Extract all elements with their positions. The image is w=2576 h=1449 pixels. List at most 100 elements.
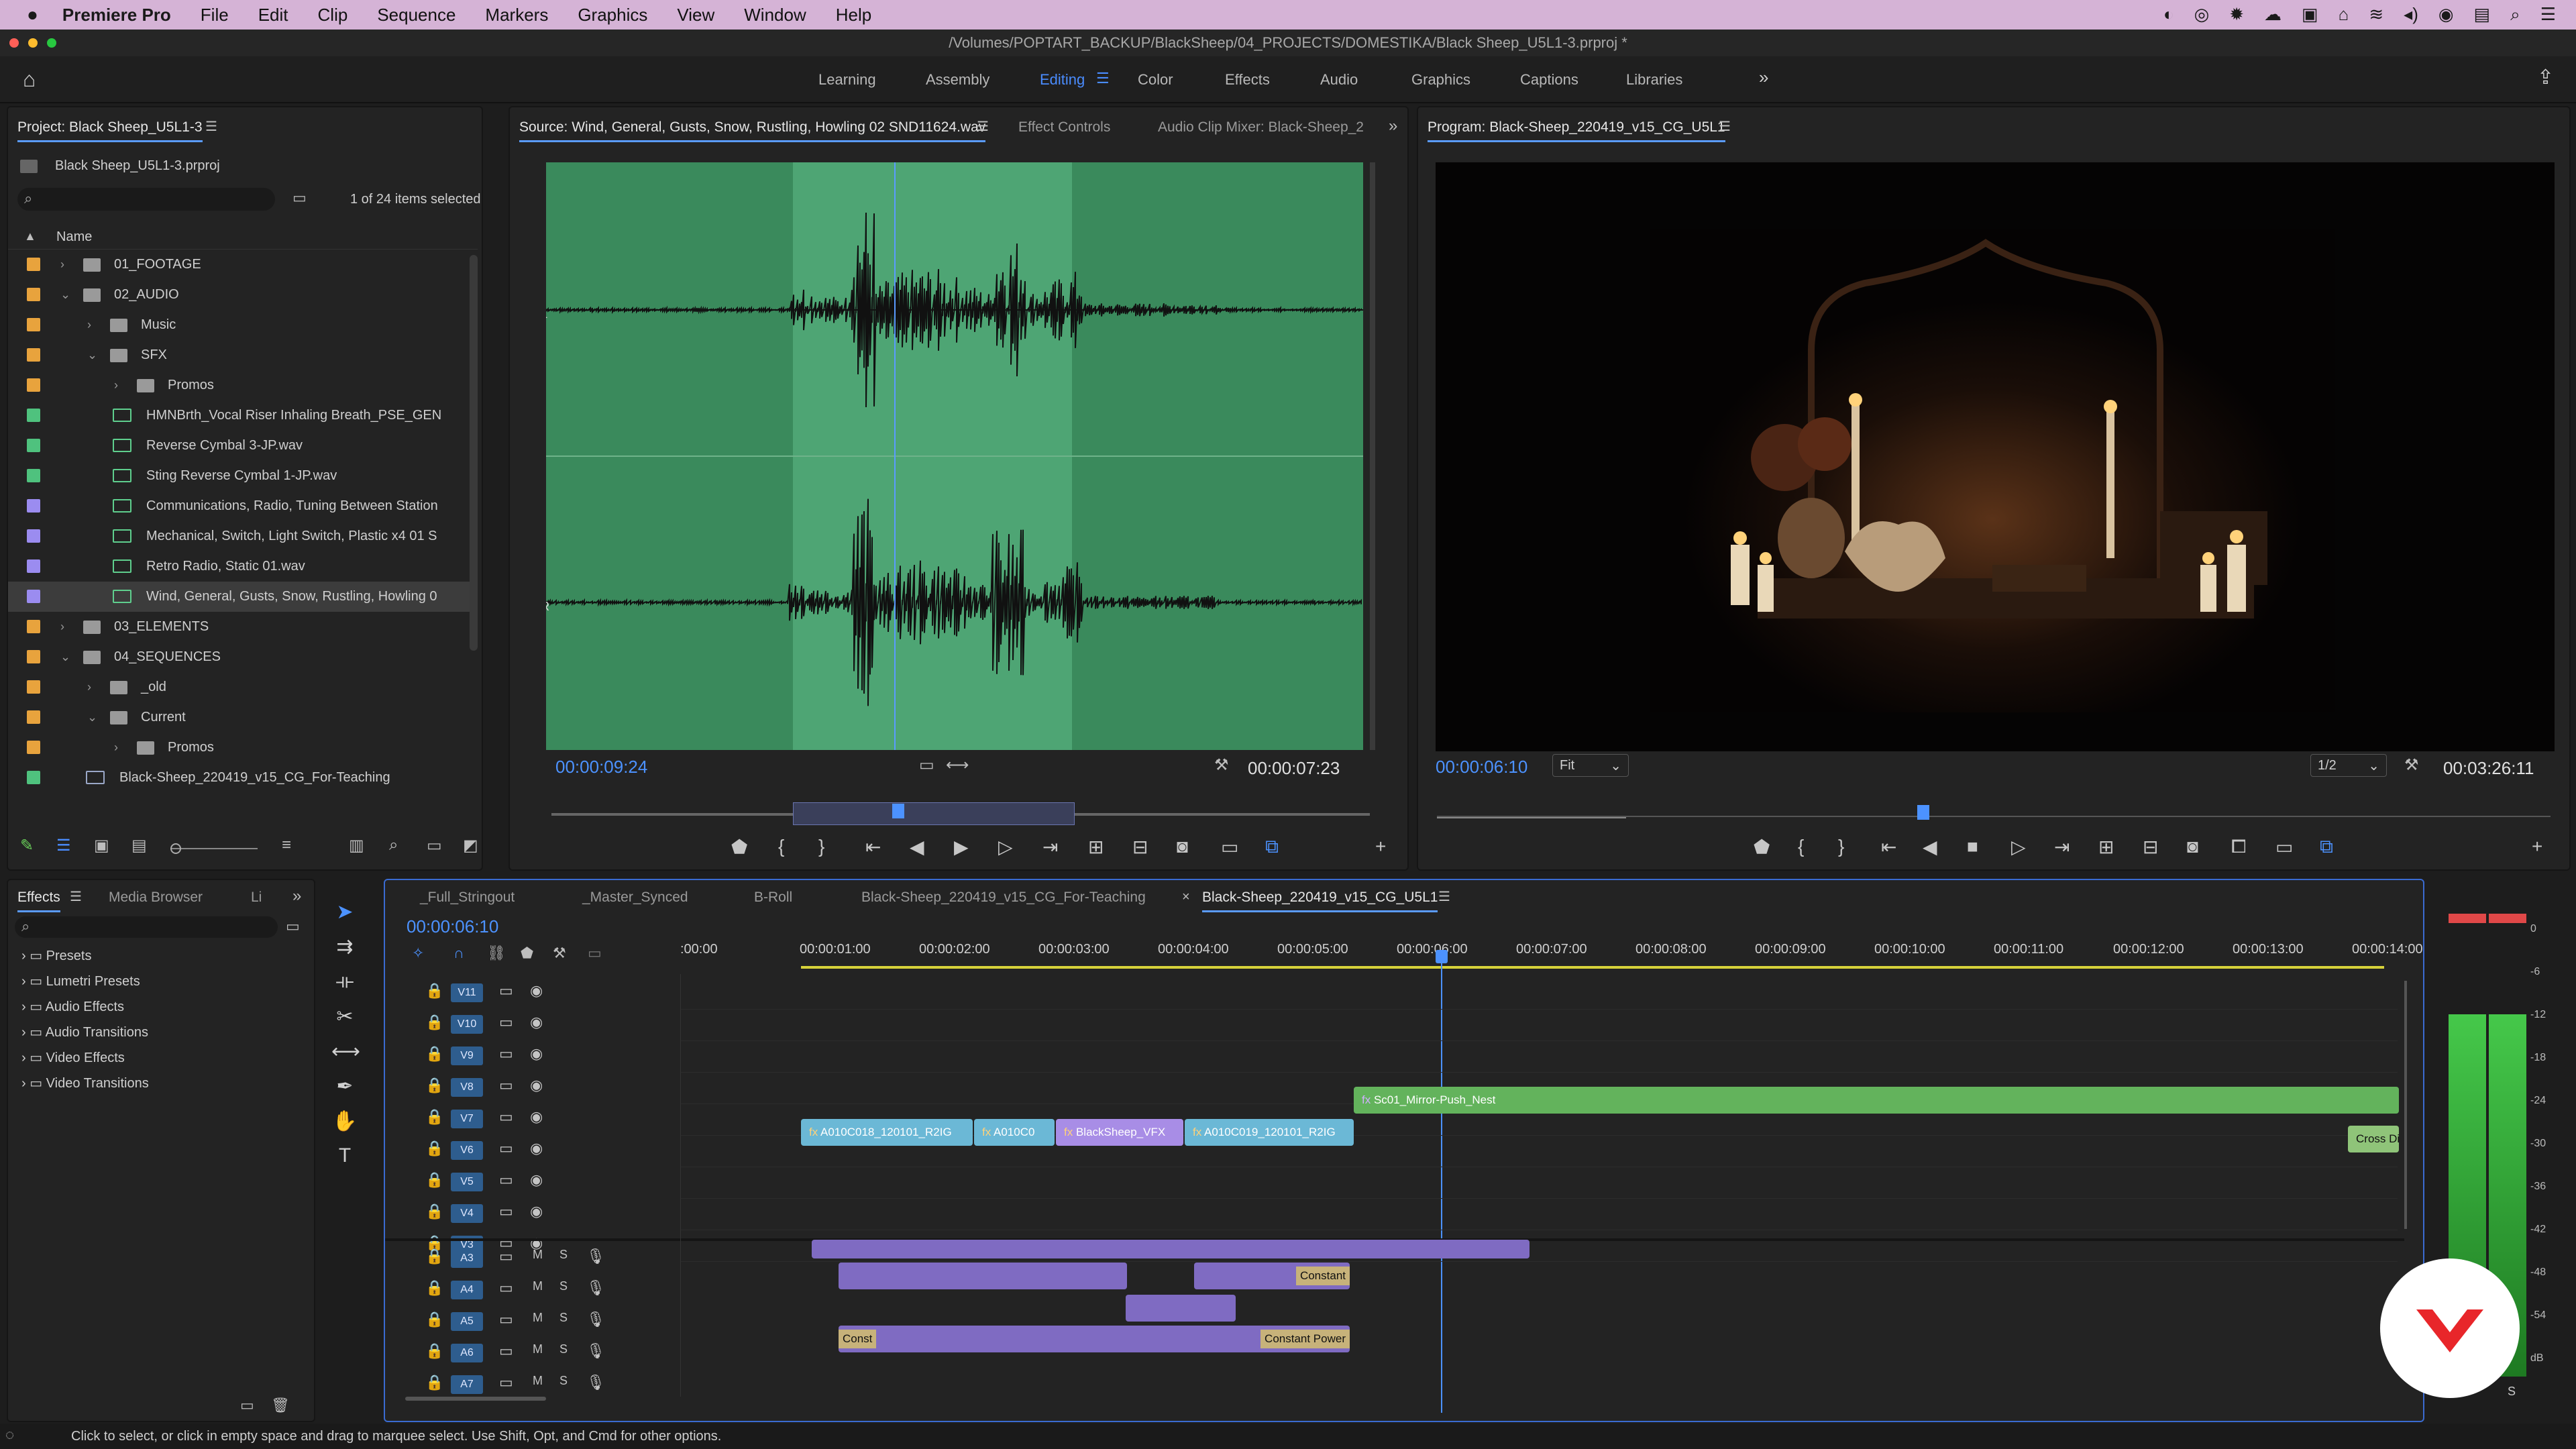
mute-button[interactable]: M xyxy=(533,1248,543,1262)
solo-button[interactable]: S xyxy=(559,1248,568,1262)
menu-view[interactable]: View xyxy=(677,5,714,25)
sync-lock-icon[interactable]: ▭ xyxy=(499,1140,513,1157)
panel-menu-icon[interactable]: ☰ xyxy=(977,118,989,135)
menu-clip[interactable]: Clip xyxy=(318,5,348,25)
user-icon[interactable]: ◉ xyxy=(2438,4,2454,25)
tab-media-browser[interactable]: Media Browser xyxy=(109,890,203,906)
list-view-icon[interactable]: ☰ xyxy=(56,836,71,855)
project-item[interactable]: Wind, General, Gusts, Snow, Rustling, Ho… xyxy=(8,582,471,612)
eye-icon[interactable]: ◉ xyxy=(530,982,543,1000)
video-track-header[interactable]: 🔒 V4 ▭ ◉ xyxy=(425,1199,653,1228)
wifi-icon[interactable]: ≋ xyxy=(2369,4,2383,25)
project-item[interactable]: Mechanical, Switch, Light Switch, Plasti… xyxy=(8,521,471,551)
workspace-menu-icon[interactable]: ☰ xyxy=(1096,70,1110,87)
solo-button[interactable]: S xyxy=(559,1311,568,1325)
menu-file[interactable]: File xyxy=(201,5,229,25)
sync-lock-icon[interactable]: ▭ xyxy=(499,1014,513,1031)
workspace-captions[interactable]: Captions xyxy=(1520,71,1578,89)
resolution-select[interactable]: 1/2 ⌄ xyxy=(2310,754,2387,777)
pen-tool-icon[interactable]: ✒ xyxy=(331,1075,358,1098)
safe-margins-icon[interactable]: ▭ xyxy=(1221,836,1238,858)
stop-icon[interactable]: ■ xyxy=(1967,836,1978,857)
eye-icon[interactable]: ◉ xyxy=(530,1014,543,1031)
eye-icon[interactable]: ◉ xyxy=(530,1045,543,1063)
app-menu[interactable]: Premiere Pro xyxy=(62,5,171,25)
label-color-swatch[interactable] xyxy=(27,469,40,482)
mute-button[interactable]: M xyxy=(533,1342,543,1356)
effects-category[interactable]: › ▭ Audio Effects xyxy=(21,998,124,1015)
video-track-header[interactable]: 🔒 V6 ▭ ◉ xyxy=(425,1136,653,1165)
workspace-color[interactable]: Color xyxy=(1138,71,1173,89)
audio-track-header[interactable]: 🔒 A6 ▭ M S 🎙 xyxy=(425,1338,653,1368)
lift-icon[interactable]: ⊞ xyxy=(2098,836,2114,858)
sort-icon[interactable]: ▲ xyxy=(24,229,36,244)
clip-a6[interactable]: Const Constant Power xyxy=(839,1326,1350,1352)
audio-track-header[interactable]: 🔒 A7 ▭ M S 🎙 xyxy=(425,1370,653,1399)
project-item[interactable]: › _old xyxy=(8,672,471,702)
microphone-icon[interactable]: 🎙 xyxy=(586,1248,605,1265)
insert-icon[interactable]: ⊞ xyxy=(1088,836,1104,858)
clip-v7[interactable]: fx Sc01_Mirror-Push_Nest xyxy=(1354,1087,2399,1114)
drag-audio-icon[interactable]: ⟷ xyxy=(946,755,969,775)
video-track-header[interactable]: 🔒 V9 ▭ ◉ xyxy=(425,1041,653,1071)
workspace-effects[interactable]: Effects xyxy=(1225,71,1270,89)
mark-out-icon[interactable]: } xyxy=(818,836,824,857)
label-color-swatch[interactable] xyxy=(27,378,40,392)
lock-icon[interactable]: 🔒 xyxy=(425,1342,443,1360)
safe-margins-icon[interactable]: ▭ xyxy=(2275,836,2293,858)
more-workspaces-icon[interactable]: » xyxy=(1759,67,1768,88)
go-to-out-icon[interactable]: ⇥ xyxy=(2054,836,2070,858)
status-icon[interactable]: ▣ xyxy=(2302,4,2318,25)
project-item[interactable]: HMNBrth_Vocal Riser Inhaling Breath_PSE_… xyxy=(8,400,471,431)
type-tool-icon[interactable]: T xyxy=(331,1144,358,1167)
tab-effects[interactable]: Effects xyxy=(17,890,60,912)
menu-graphics[interactable]: Graphics xyxy=(578,5,647,25)
track-name[interactable]: A6 xyxy=(451,1344,483,1362)
track-name[interactable]: V7 xyxy=(451,1110,483,1128)
effects-category[interactable]: › ▭ Video Effects xyxy=(21,1049,125,1066)
lock-icon[interactable]: 🔒 xyxy=(425,1171,443,1189)
solo-button[interactable]: S xyxy=(559,1342,568,1356)
chevron-right-icon[interactable]: › xyxy=(114,370,118,400)
project-item[interactable]: Retro Radio, Static 01.wav xyxy=(8,551,471,582)
menu-edit[interactable]: Edit xyxy=(258,5,288,25)
label-color-swatch[interactable] xyxy=(27,409,40,422)
home-icon[interactable]: ⌂ xyxy=(23,67,36,92)
project-item[interactable]: › Promos xyxy=(8,733,471,763)
search-icon[interactable]: ⌕ xyxy=(2510,4,2520,25)
sync-lock-icon[interactable]: ▭ xyxy=(499,1279,513,1297)
label-color-swatch[interactable] xyxy=(27,650,40,663)
label-color-swatch[interactable] xyxy=(27,529,40,543)
program-timecode[interactable]: 00:00:06:10 xyxy=(1436,757,1527,777)
sync-lock-icon[interactable]: ▭ xyxy=(499,1342,513,1360)
project-scrollbar[interactable] xyxy=(470,255,478,651)
tab-program[interactable]: Program: Black-Sheep_220419_v15_CG_U5L1 xyxy=(1428,119,1725,142)
step-forward-icon[interactable]: ▷ xyxy=(998,836,1013,858)
sync-lock-icon[interactable]: ▭ xyxy=(499,1171,513,1189)
apple-icon[interactable]: ● xyxy=(27,4,38,25)
audio-track-header[interactable]: 🔒 A3 ▭ M S 🎙 xyxy=(425,1244,653,1273)
label-color-swatch[interactable] xyxy=(27,288,40,301)
workspace-learning[interactable]: Learning xyxy=(818,71,876,89)
step-back-icon[interactable]: ◀ xyxy=(1923,836,1937,858)
source-timecode-in[interactable]: 00:00:09:24 xyxy=(555,757,647,777)
solo-button[interactable]: S xyxy=(559,1279,568,1293)
clip-v6[interactable]: fx A010C019_120101_R2IG xyxy=(1185,1119,1354,1146)
program-video-frame[interactable] xyxy=(1436,162,2555,751)
clip-v6[interactable]: fx A010C0 xyxy=(974,1119,1055,1146)
lock-icon[interactable]: 🔒 xyxy=(425,1140,443,1157)
drag-video-icon[interactable]: ▭ xyxy=(919,755,934,775)
project-item[interactable]: Sting Reverse Cymbal 1-JP.wav xyxy=(8,461,471,491)
track-name[interactable]: A4 xyxy=(451,1281,483,1299)
play-icon[interactable]: ▶ xyxy=(954,836,969,858)
lock-icon[interactable]: 🔒 xyxy=(425,1279,443,1297)
track-name[interactable]: V10 xyxy=(451,1015,483,1034)
go-to-in-icon[interactable]: ⇤ xyxy=(1881,836,1896,858)
zoom-icon[interactable] xyxy=(47,38,56,48)
mute-button[interactable]: M xyxy=(533,1311,543,1325)
audio-track-header[interactable]: 🔒 A4 ▭ M S 🎙 xyxy=(425,1275,653,1305)
volume-icon[interactable]: ◂) xyxy=(2404,4,2418,25)
video-track-header[interactable]: 🔒 V7 ▭ ◉ xyxy=(425,1104,653,1134)
project-item[interactable]: Communications, Radio, Tuning Between St… xyxy=(8,491,471,521)
label-color-swatch[interactable] xyxy=(27,258,40,271)
